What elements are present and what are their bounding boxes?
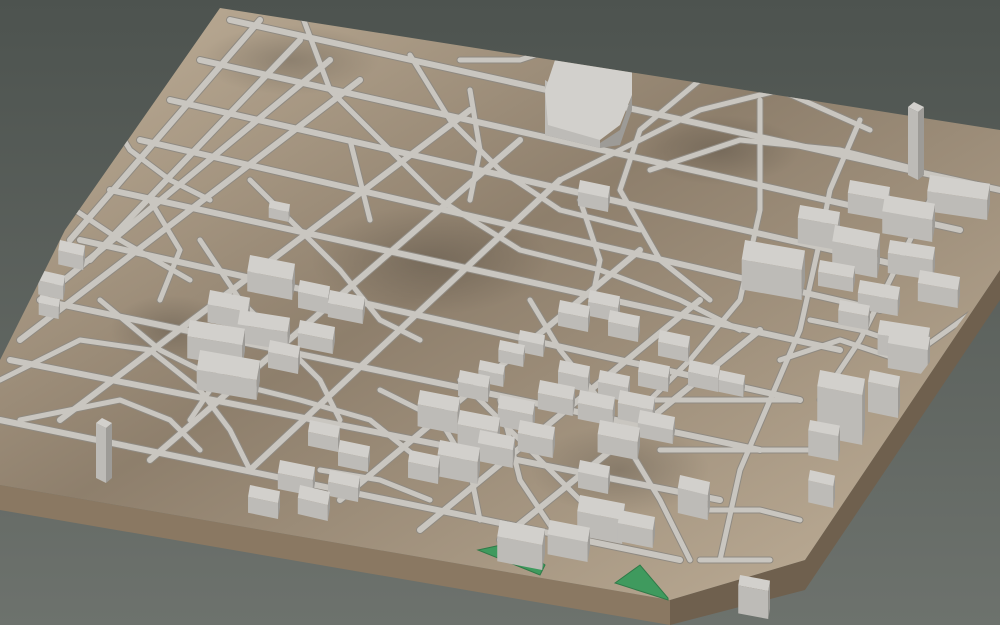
building bbox=[437, 440, 480, 484]
tower bbox=[96, 418, 112, 483]
tower-face bbox=[908, 107, 918, 180]
building bbox=[738, 575, 770, 619]
viewport[interactable] bbox=[0, 0, 1000, 625]
tower bbox=[908, 102, 924, 180]
tower-face bbox=[918, 107, 924, 180]
tower-face bbox=[96, 423, 106, 483]
building bbox=[677, 475, 710, 520]
building-face bbox=[868, 381, 899, 418]
building bbox=[868, 370, 900, 418]
building bbox=[497, 520, 545, 570]
building bbox=[887, 330, 930, 375]
building bbox=[417, 390, 460, 434]
building bbox=[741, 240, 805, 300]
building bbox=[808, 420, 840, 461]
building bbox=[38, 295, 60, 319]
building-face bbox=[738, 585, 769, 619]
building bbox=[808, 470, 835, 508]
city-terrain-model[interactable] bbox=[0, 0, 1000, 625]
tower-face bbox=[106, 423, 112, 483]
